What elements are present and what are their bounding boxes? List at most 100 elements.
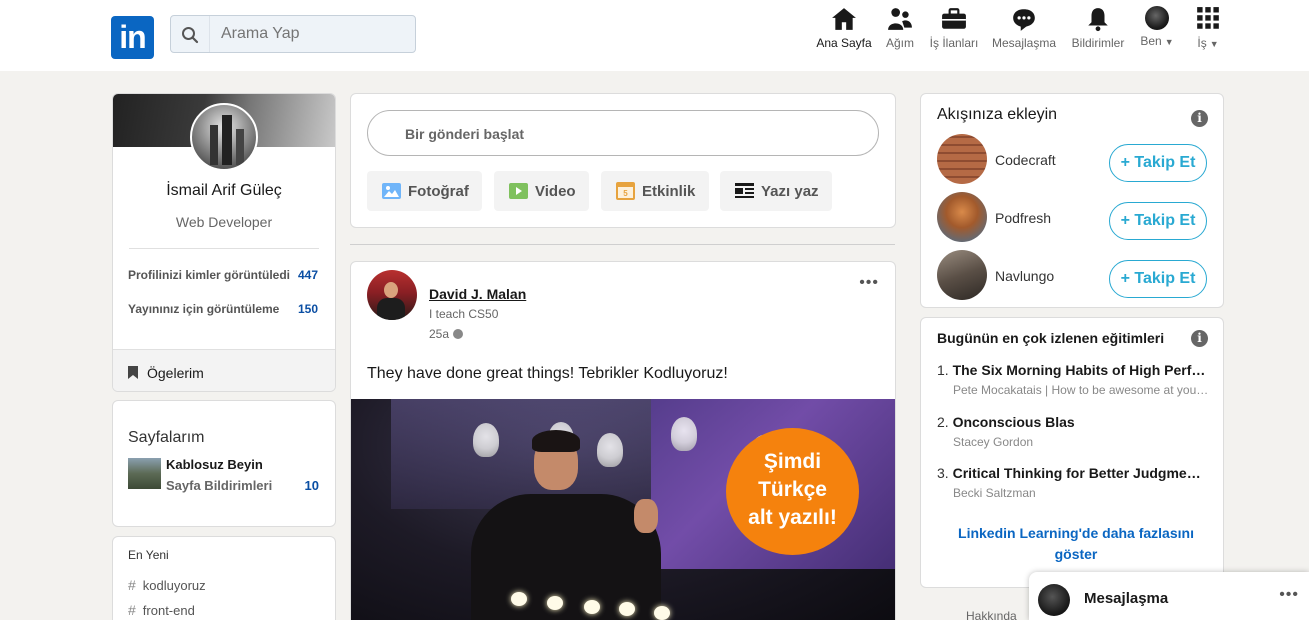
write-article-label: Yazı yaz — [761, 183, 819, 200]
recent-card: En Yeni # kodluyoruz # front-end — [112, 536, 336, 620]
navlungo-logo[interactable] — [937, 250, 987, 300]
photo-label: Fotoğraf — [408, 183, 469, 200]
feed-post: David J. Malan I teach CS50 25a ••• They… — [350, 261, 896, 620]
recent-tag-item[interactable]: # kodluyoruz — [128, 577, 206, 593]
page-notifications-label[interactable]: Sayfa Bildirimleri — [166, 478, 272, 493]
stat-label: Yayınınız için görüntüleme — [128, 302, 280, 316]
subtitle-badge: Şimdi Türkçe alt yazılı! — [726, 428, 859, 555]
start-post-label: Bir gönderi başlat — [405, 126, 525, 142]
nav-work[interactable]: İş ▼ — [1190, 6, 1226, 62]
post-composer: Bir gönderi başlat Fotoğraf Video 5 Etki… — [350, 93, 896, 228]
profile-name[interactable]: İsmail Arif Güleç — [113, 182, 335, 200]
course-author: Becki Saltzman — [953, 486, 1036, 500]
course-item[interactable]: 1. The Six Morning Habits of High Perf… … — [937, 362, 1209, 397]
post-author-name[interactable]: David J. Malan — [429, 286, 526, 302]
about-link[interactable]: Hakkında — [966, 609, 1017, 620]
photo-button[interactable]: Fotoğraf — [367, 171, 482, 211]
profile-title: Web Developer — [175, 214, 273, 230]
search-input[interactable] — [211, 16, 411, 52]
follow-button[interactable]: + Takip Et — [1109, 260, 1207, 298]
suggestion-name[interactable]: Codecraft — [995, 152, 1056, 168]
follow-button[interactable]: + Takip Et — [1109, 202, 1207, 240]
event-button[interactable]: 5 Etkinlik — [601, 171, 709, 211]
article-icon — [735, 183, 754, 198]
nav-home[interactable]: Ana Sayfa — [816, 6, 872, 62]
suggestion-name[interactable]: Navlungo — [995, 268, 1054, 284]
nav-me[interactable]: Ben ▼ — [1138, 6, 1176, 62]
profile-card: İsmail Arif Güleç Web Developer Profilin… — [112, 93, 336, 392]
avatar — [1038, 584, 1070, 616]
chevron-down-icon: ▼ — [1209, 39, 1219, 49]
hashtag-icon: # — [128, 602, 136, 618]
pages-title: Sayfalarım — [128, 429, 205, 446]
home-icon — [832, 8, 856, 30]
follow-button[interactable]: + Takip Et — [1109, 144, 1207, 182]
linkedin-logo[interactable]: in — [111, 16, 154, 59]
my-items-link[interactable]: Ögelerim — [113, 349, 335, 391]
video-icon — [509, 183, 528, 199]
nav-messaging[interactable]: Mesajlaşma — [990, 6, 1058, 62]
post-time: 25a — [429, 327, 464, 341]
video-button[interactable]: Video — [494, 171, 589, 211]
course-number: 3. — [937, 465, 949, 481]
grid-icon — [1197, 7, 1219, 29]
course-title: Critical Thinking for Better Judgme… — [952, 465, 1201, 481]
network-icon — [888, 8, 912, 30]
course-item[interactable]: 3. Critical Thinking for Better Judgme… … — [937, 465, 1209, 500]
nav-messaging-label: Mesajlaşma — [991, 36, 1057, 50]
post-author-avatar[interactable] — [367, 270, 417, 320]
course-title: The Six Morning Habits of High Perf… — [952, 362, 1206, 378]
globe-icon — [453, 329, 464, 339]
nav-notifications[interactable]: Bildirimler — [1068, 6, 1128, 62]
write-article-button[interactable]: Yazı yaz — [720, 171, 832, 211]
post-views-stat[interactable]: Yayınınız için görüntüleme 150 — [128, 302, 318, 316]
recent-tag-item[interactable]: # front-end — [128, 602, 195, 618]
briefcase-icon — [942, 8, 966, 29]
post-image[interactable]: Şimdi Türkçe alt yazılı! — [351, 399, 895, 620]
recent-tag-label: front-end — [142, 603, 195, 618]
nav-jobs[interactable]: İş İlanları — [928, 6, 980, 62]
info-icon[interactable]: i — [1191, 330, 1208, 347]
nav-network[interactable]: Ağım — [882, 6, 918, 62]
badge-line: alt yazılı! — [748, 506, 837, 529]
nav-jobs-label: İş İlanları — [929, 36, 979, 50]
learning-card: Bugünün en çok izlenen eğitimleri i 1. T… — [920, 317, 1224, 588]
my-items-label: Ögelerim — [147, 365, 204, 381]
calendar-icon: 5 — [616, 182, 635, 200]
page-notifications-count: 10 — [304, 478, 319, 493]
course-title: Onconscious Blas — [952, 414, 1075, 430]
page-name[interactable]: Kablosuz Beyin — [166, 457, 263, 472]
more-options-icon[interactable]: ••• — [859, 275, 879, 291]
feed-divider — [350, 244, 895, 245]
divider — [129, 248, 319, 249]
messaging-dock[interactable]: Mesajlaşma ••• — [1029, 572, 1309, 620]
codecraft-logo[interactable] — [937, 134, 987, 184]
course-item[interactable]: 2. Onconscious Blas Stacey Gordon — [937, 414, 1209, 449]
start-post-button[interactable]: Bir gönderi başlat — [367, 110, 879, 156]
more-options-icon[interactable]: ••• — [1279, 586, 1299, 604]
stat-value: 150 — [297, 302, 318, 316]
follow-suggestions-card: Akışınıza ekleyin i Codecraft + Takip Et… — [920, 93, 1224, 308]
post-text: They have done great things! Tebrikler K… — [367, 365, 728, 382]
badge-line: Şimdi — [763, 450, 822, 473]
profile-views-stat[interactable]: Profilinizi kimler görüntüledi 447 — [128, 268, 318, 282]
info-icon[interactable]: i — [1191, 110, 1208, 127]
page-thumbnail[interactable] — [128, 458, 161, 489]
hashtag-icon: # — [128, 577, 136, 593]
photo-icon — [382, 183, 401, 199]
svg-text:5: 5 — [623, 189, 628, 198]
learning-more-link[interactable]: Linkedin Learning'de daha fazlasını göst… — [951, 523, 1201, 565]
bell-icon — [1088, 8, 1108, 32]
podfresh-logo[interactable] — [937, 192, 987, 242]
course-number: 2. — [937, 414, 949, 430]
profile-avatar[interactable] — [190, 103, 258, 171]
search-box[interactable] — [170, 15, 416, 53]
nav-notifications-label: Bildirimler — [1071, 36, 1125, 50]
suggestion-name[interactable]: Podfresh — [995, 210, 1051, 226]
top-navbar: in Ana Sayfa Ağım İş İlanları Mesajlaşma… — [0, 0, 1309, 71]
course-number: 1. — [937, 362, 949, 378]
learning-title: Bugünün en çok izlenen eğitimleri — [937, 330, 1165, 346]
follow-title: Akışınıza ekleyin — [937, 106, 1058, 123]
stat-value: 447 — [297, 268, 318, 282]
course-author: Stacey Gordon — [953, 435, 1034, 449]
